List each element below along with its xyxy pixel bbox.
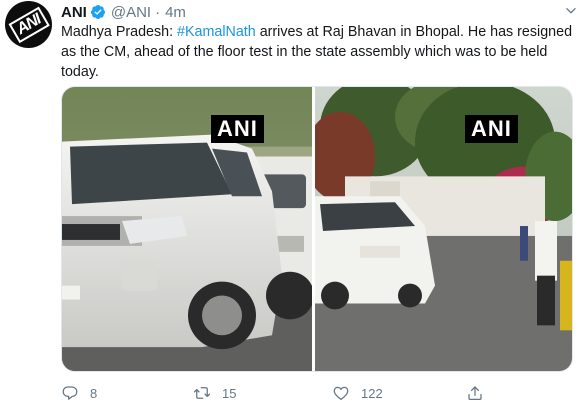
chevron-down-icon[interactable] [564, 4, 578, 18]
reply-count: 8 [90, 385, 98, 401]
raj-bhavan-photo-image [315, 87, 572, 371]
reply-button[interactable]: 8 [61, 384, 97, 402]
action-bar: 8 15 122 [61, 384, 577, 406]
timestamp[interactable]: 4m [165, 4, 186, 21]
tweet-card[interactable]: ANI ANI @ANI · 4m Madhya Pradesh: #Kamal… [0, 0, 586, 412]
photo-right[interactable]: ANI [315, 87, 572, 371]
media-grid: ANI ANI [61, 86, 573, 372]
photo-left[interactable]: ANI [62, 87, 312, 371]
share-icon [468, 386, 482, 401]
retweet-button[interactable]: 15 [193, 384, 236, 402]
share-button[interactable] [466, 384, 495, 402]
like-count: 122 [361, 385, 383, 401]
separator-dot: · [155, 3, 161, 21]
watermark-left: ANI [211, 115, 264, 143]
author-handle[interactable]: @ANI [111, 4, 151, 21]
like-button[interactable]: 122 [332, 384, 383, 402]
media-divider [312, 87, 315, 371]
tweet-header: ANI @ANI · 4m [61, 2, 186, 22]
hashtag-link[interactable]: #KamalNath [177, 24, 256, 40]
tweet-text: Madhya Pradesh: #KamalNath arrives at Ra… [61, 22, 577, 82]
car-photo-image [62, 87, 312, 371]
avatar-logo-text: ANI [8, 6, 49, 43]
verified-badge-icon [90, 5, 105, 19]
reply-icon [62, 386, 78, 400]
author-name[interactable]: ANI [61, 4, 87, 21]
watermark-right: ANI [465, 115, 518, 143]
tweet-text-prefix: Madhya Pradesh: [61, 24, 178, 40]
retweet-count: 15 [222, 385, 237, 401]
avatar[interactable]: ANI [5, 1, 52, 48]
retweet-icon [193, 387, 211, 399]
heart-icon [333, 386, 349, 401]
